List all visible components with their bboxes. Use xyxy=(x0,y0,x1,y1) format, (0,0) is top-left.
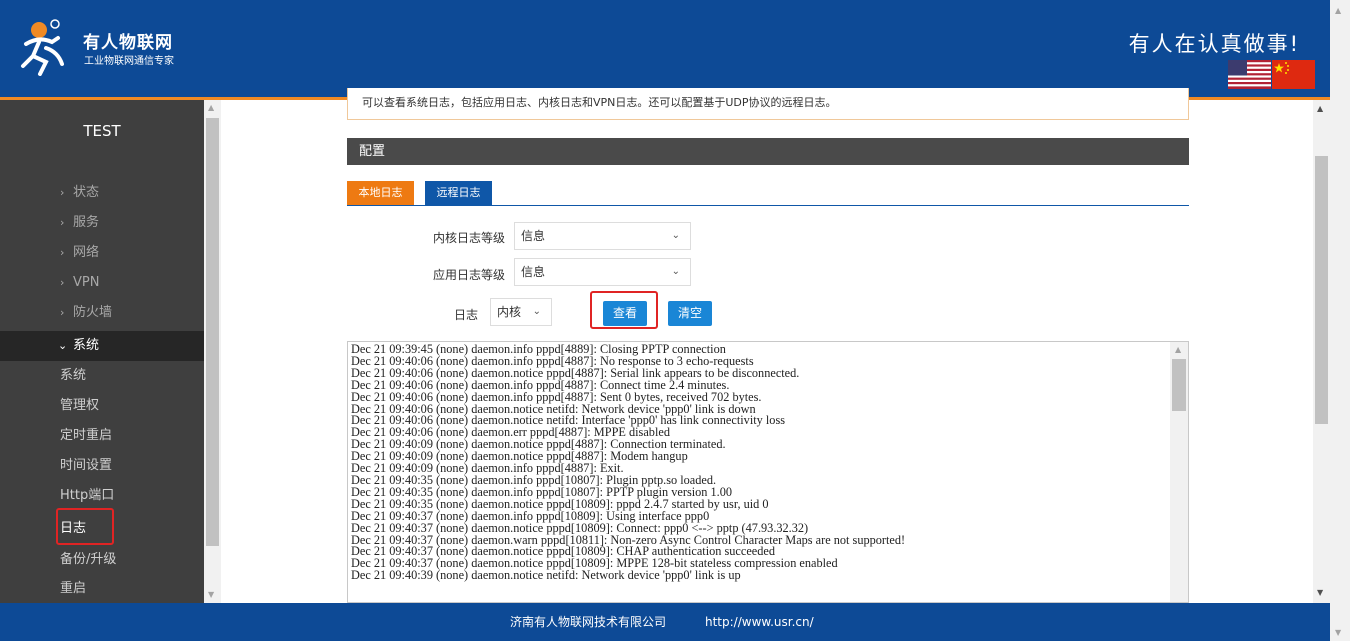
main-scroll-thumb[interactable] xyxy=(1315,156,1328,424)
log-type-value: 内核 xyxy=(497,305,522,319)
nav-item-label: 防火墙 xyxy=(73,305,113,320)
chevron-right-icon: › xyxy=(60,276,65,289)
nav-item-label: 状态 xyxy=(73,185,100,200)
nav-item-services[interactable]: › 服务 xyxy=(0,208,204,238)
header-bar: 有人物联网 工业物联网通信专家 有人在认真做事! xyxy=(0,0,1330,97)
sub-item-scheduled-reboot[interactable]: 定时重启 xyxy=(0,421,204,451)
kernel-log-level-select[interactable]: 信息 ⌄ xyxy=(514,222,691,250)
nav-item-label: 网络 xyxy=(73,245,100,260)
nav-item-label: 系统 xyxy=(73,338,100,353)
sub-item-reboot[interactable]: 重启 xyxy=(0,574,204,603)
nav-item-network[interactable]: › 网络 xyxy=(0,238,204,268)
chevron-right-icon: › xyxy=(60,186,65,199)
nav-item-status[interactable]: › 状态 xyxy=(0,178,204,208)
tab-local-log[interactable]: 本地日志 xyxy=(347,181,414,205)
tab-underline xyxy=(347,205,1189,206)
clear-button[interactable]: 清空 xyxy=(668,301,712,326)
sidebar-scrollbar[interactable]: ▲ ▼ xyxy=(204,100,221,603)
scroll-up-icon[interactable]: ▲ xyxy=(1335,6,1341,15)
chevron-down-icon: ⌄ xyxy=(532,306,541,317)
sub-item-system[interactable]: 系统 xyxy=(0,361,204,391)
kernel-log-level-label: 内核日志等级 xyxy=(433,231,506,245)
footer-company: 济南有人物联网技术有限公司 xyxy=(510,615,667,629)
chevron-right-icon: › xyxy=(60,216,65,229)
scroll-down-icon[interactable]: ▼ xyxy=(1317,588,1323,597)
log-scroll-thumb[interactable] xyxy=(1172,359,1186,411)
sidebar-scroll-thumb[interactable] xyxy=(206,118,219,546)
nav-item-firewall[interactable]: › 防火墙 xyxy=(0,298,204,328)
scroll-up-icon[interactable]: ▲ xyxy=(208,103,214,112)
description-text: 可以查看系统日志，包括应用日志、内核日志和VPN日志。还可以配置基于UDP协议的… xyxy=(362,96,837,109)
log-line: Dec 21 09:40:39 (none) daemon.notice net… xyxy=(351,568,741,583)
chevron-down-icon: ⌄ xyxy=(58,339,68,352)
slogan: 有人在认真做事! xyxy=(1128,32,1300,56)
sub-item-backup-upgrade[interactable]: 备份/升级 xyxy=(0,545,204,575)
chevron-down-icon: ⌄ xyxy=(671,266,680,277)
kernel-log-level-value: 信息 xyxy=(521,229,546,243)
view-highlight-box xyxy=(590,291,658,329)
cn-flag-icon[interactable] xyxy=(1272,60,1315,89)
usr-logo-icon xyxy=(21,19,64,76)
brand-name: 有人物联网 xyxy=(83,33,173,53)
app-log-level-label: 应用日志等级 xyxy=(433,268,506,282)
scroll-down-icon[interactable]: ▼ xyxy=(1335,628,1341,637)
chevron-down-icon: ⌄ xyxy=(671,230,680,241)
app-log-level-value: 信息 xyxy=(521,265,546,279)
page: 有人物联网 工业物联网通信专家 有人在认真做事! TEST › 状态 › 服务 … xyxy=(0,0,1350,641)
page-scrollbar[interactable]: ▲ ▼ xyxy=(1330,0,1350,641)
main-scrollbar[interactable]: ▲ ▼ xyxy=(1313,100,1330,603)
section-title: 配置 xyxy=(347,138,1189,165)
nav-item-label: VPN xyxy=(73,275,100,290)
nav-item-system[interactable]: ⌄ 系统 xyxy=(0,331,204,361)
device-name: TEST xyxy=(83,122,121,140)
sub-item-time-settings[interactable]: 时间设置 xyxy=(0,451,204,481)
footer: 济南有人物联网技术有限公司 http://www.usr.cn/ xyxy=(0,603,1330,641)
chevron-right-icon: › xyxy=(60,246,65,259)
log-highlight-box xyxy=(56,508,114,545)
nav-item-vpn[interactable]: › VPN xyxy=(0,268,204,298)
footer-url[interactable]: http://www.usr.cn/ xyxy=(705,603,814,641)
sub-item-http-port[interactable]: Http端口 xyxy=(0,481,204,511)
scroll-down-icon[interactable]: ▼ xyxy=(208,590,214,599)
tab-remote-log[interactable]: 远程日志 xyxy=(425,181,492,205)
app-log-level-select[interactable]: 信息 ⌄ xyxy=(514,258,691,286)
chevron-right-icon: › xyxy=(60,306,65,319)
description-box: 可以查看系统日志，包括应用日志、内核日志和VPN日志。还可以配置基于UDP协议的… xyxy=(347,88,1189,120)
brand-tagline: 工业物联网通信专家 xyxy=(84,56,174,67)
us-flag-icon[interactable] xyxy=(1228,60,1271,89)
log-textarea[interactable]: Dec 21 09:39:45 (none) daemon.info pppd[… xyxy=(347,341,1189,603)
log-lines: Dec 21 09:39:45 (none) daemon.info pppd[… xyxy=(351,343,1171,583)
log-type-select[interactable]: 内核 ⌄ xyxy=(490,298,552,326)
nav-item-label: 服务 xyxy=(73,215,100,230)
log-type-label: 日志 xyxy=(454,308,479,322)
scroll-up-icon[interactable]: ▲ xyxy=(1175,345,1181,354)
scroll-up-icon[interactable]: ▲ xyxy=(1317,104,1323,113)
sub-item-admin[interactable]: 管理权 xyxy=(0,391,204,421)
log-scrollbar[interactable]: ▲ xyxy=(1170,342,1188,602)
